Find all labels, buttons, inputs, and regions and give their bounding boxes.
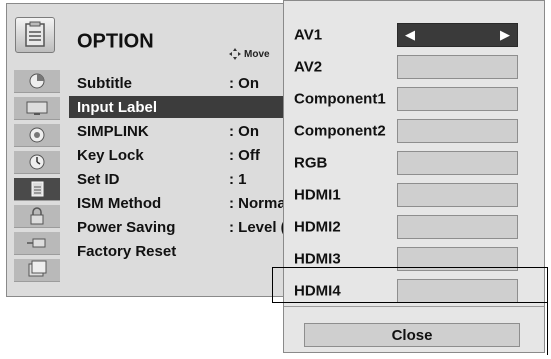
source-row-av2[interactable]: AV2 bbox=[284, 51, 544, 83]
move-hint-label: Move bbox=[244, 48, 270, 60]
menu-item-ism-method[interactable]: ISM Method : Norma bbox=[69, 192, 319, 214]
menu-item-simplink[interactable]: SIMPLINK : On bbox=[69, 120, 319, 142]
menu-item-factory-reset[interactable]: Factory Reset bbox=[69, 240, 319, 262]
label-selector[interactable]: ◀ ▶ bbox=[397, 23, 518, 47]
left-arrow-icon[interactable]: ◀ bbox=[405, 27, 415, 43]
callout-line bbox=[547, 267, 548, 303]
menu-item-input-label[interactable]: Input Label bbox=[69, 96, 319, 118]
usb-icon[interactable] bbox=[14, 259, 60, 282]
popup-divider bbox=[284, 306, 544, 307]
option-menu-panel: OPTION Move Subtitle: On Input Label SI… bbox=[6, 3, 320, 297]
label-field[interactable] bbox=[397, 119, 518, 143]
menu-item-key-lock[interactable]: Key Lock : Off bbox=[69, 144, 319, 166]
menu-item-label: Key Lock bbox=[77, 146, 144, 164]
menu-item-power-saving[interactable]: Power Saving : Level ( bbox=[69, 216, 319, 238]
label-field[interactable] bbox=[397, 87, 518, 111]
callout-line bbox=[272, 302, 548, 303]
callout-line bbox=[547, 303, 548, 355]
menu-item-label: SIMPLINK bbox=[77, 122, 149, 140]
source-name: HDMI3 bbox=[294, 250, 341, 268]
label-field[interactable] bbox=[397, 151, 518, 175]
menu-item-value: : Level ( bbox=[229, 218, 286, 236]
panel-title: OPTION bbox=[77, 30, 154, 53]
source-name: AV2 bbox=[294, 58, 323, 76]
menu-item-value: : On bbox=[229, 74, 259, 92]
tv-icon[interactable] bbox=[14, 97, 60, 120]
source-name: Component1 bbox=[294, 90, 386, 108]
menu-item-label: Power Saving bbox=[77, 218, 176, 236]
source-row-av1[interactable]: AV1 ◀ ▶ bbox=[284, 19, 544, 51]
source-row-hdmi1[interactable]: HDMI1 bbox=[284, 179, 544, 211]
source-row-rgb[interactable]: RGB bbox=[284, 147, 544, 179]
audio-icon[interactable] bbox=[14, 124, 60, 147]
source-row-component2[interactable]: Component2 bbox=[284, 115, 544, 147]
source-row-component1[interactable]: Component1 bbox=[284, 83, 544, 115]
category-rail bbox=[14, 70, 60, 291]
move-hint: Move bbox=[228, 47, 270, 61]
source-name: HDMI1 bbox=[294, 186, 341, 204]
lock-icon[interactable] bbox=[14, 205, 60, 228]
navigation-arrows-icon bbox=[229, 48, 241, 60]
source-row-hdmi3[interactable]: HDMI3 bbox=[284, 243, 544, 275]
clock-icon[interactable] bbox=[14, 151, 60, 174]
menu-item-label: ISM Method bbox=[77, 194, 162, 212]
option-header: OPTION Move bbox=[7, 4, 319, 66]
picture-icon[interactable] bbox=[14, 70, 60, 93]
label-field[interactable] bbox=[397, 279, 518, 303]
menu-item-label: Subtitle bbox=[77, 74, 132, 92]
source-name: AV1 bbox=[294, 26, 323, 44]
menu-item-value: : On bbox=[229, 122, 259, 140]
callout-line bbox=[272, 267, 273, 303]
menu-item-label: Set ID bbox=[77, 170, 120, 188]
menu-item-label: Input Label bbox=[77, 98, 157, 116]
source-row-hdmi2[interactable]: HDMI2 bbox=[284, 211, 544, 243]
source-name: HDMI2 bbox=[294, 218, 341, 236]
menu-item-subtitle[interactable]: Subtitle : On bbox=[69, 72, 319, 94]
source-name: Component2 bbox=[294, 122, 386, 140]
callout-line bbox=[272, 267, 548, 268]
source-name: HDMI4 bbox=[294, 282, 341, 300]
label-field[interactable] bbox=[397, 183, 518, 207]
option-category-icon bbox=[15, 17, 55, 53]
menu-item-set-id[interactable]: Set ID : 1 bbox=[69, 168, 319, 190]
option-icon[interactable] bbox=[14, 178, 60, 201]
menu-item-value: : Off bbox=[229, 146, 260, 164]
menu-item-value: : 1 bbox=[229, 170, 247, 188]
menu-item-value: : Norma bbox=[229, 194, 286, 212]
menu-item-label: Factory Reset bbox=[77, 242, 177, 260]
source-name: RGB bbox=[294, 154, 328, 172]
label-field[interactable] bbox=[397, 215, 518, 239]
input-icon[interactable] bbox=[14, 232, 60, 255]
close-button[interactable]: Close bbox=[304, 323, 520, 347]
right-arrow-icon[interactable]: ▶ bbox=[500, 27, 510, 43]
label-field[interactable] bbox=[397, 55, 518, 79]
input-label-popup: AV1 ◀ ▶ AV2 Component1 Component2 RGB HD… bbox=[283, 0, 545, 353]
